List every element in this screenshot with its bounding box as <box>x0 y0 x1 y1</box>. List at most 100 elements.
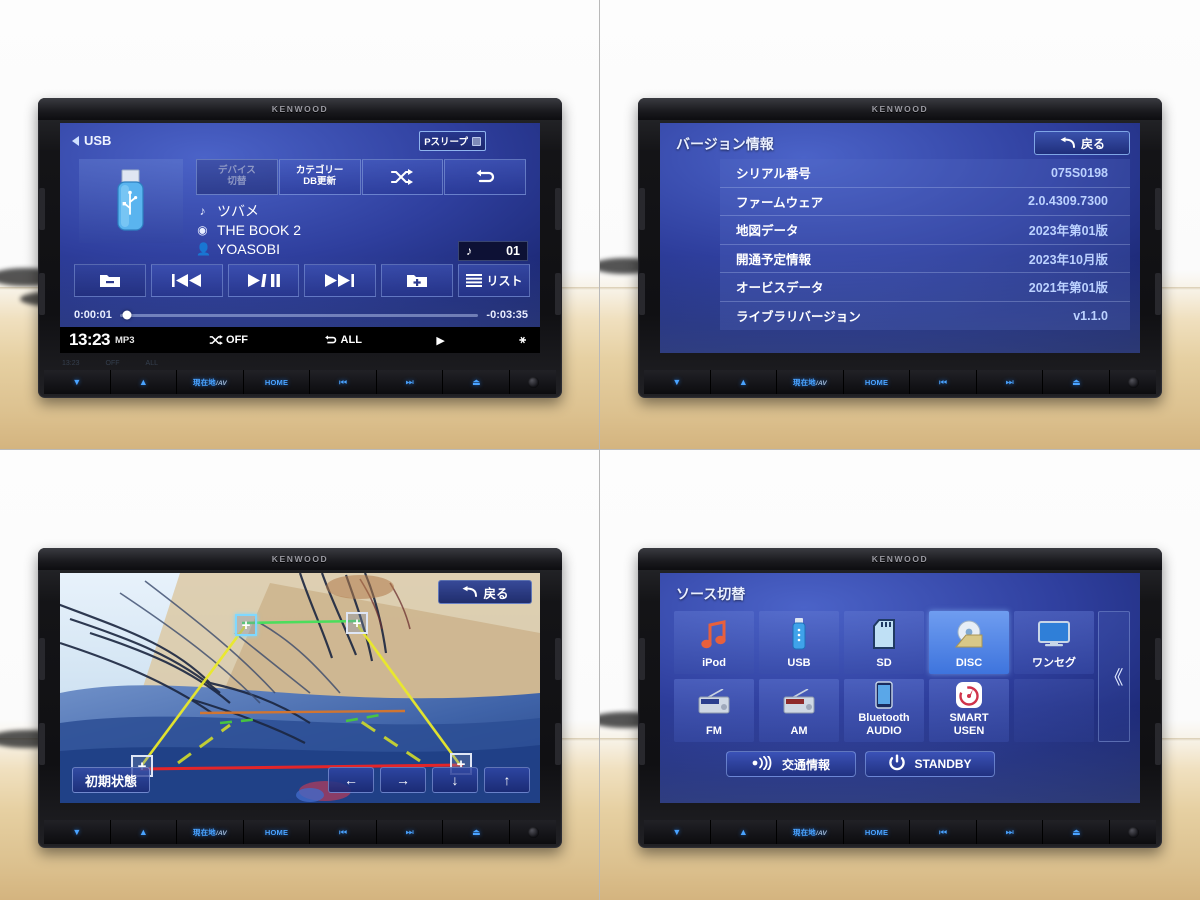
usb-stick-icon <box>789 611 809 656</box>
seek-knob[interactable] <box>122 310 132 320</box>
eject-button[interactable]: ⏏ <box>1043 370 1111 394</box>
current-location-label: 現在地 <box>792 377 817 387</box>
camera-lens <box>510 820 557 844</box>
track-number-badge: ♪ 01 <box>458 241 528 261</box>
disc-icon <box>954 611 984 656</box>
back-button[interactable]: 戻る <box>438 580 532 604</box>
home-button[interactable]: HOME <box>243 820 311 844</box>
volume-up-button[interactable]: ▲ <box>710 820 778 844</box>
source-tile-smart-usen[interactable]: SMART USEN <box>929 679 1009 742</box>
track-next-button[interactable]: ⏭ <box>976 370 1044 394</box>
volume-up-button[interactable]: ▲ <box>110 820 178 844</box>
source-tile-ipod[interactable]: iPod <box>674 611 754 674</box>
guide-marker-top-left[interactable]: + <box>235 614 257 636</box>
shuffle-button[interactable] <box>361 159 444 195</box>
previous-button[interactable] <box>150 264 223 297</box>
play-pause-button[interactable] <box>227 264 300 297</box>
home-label: HOME <box>264 377 289 387</box>
traffic-info-button[interactable]: 交通情報 <box>726 751 856 777</box>
list-button[interactable]: リスト <box>458 264 530 297</box>
side-tab <box>1155 188 1161 230</box>
tile-label: SD <box>876 657 892 670</box>
current-location-av-button[interactable]: 現在地/AV <box>777 370 844 394</box>
current-location-av-button[interactable]: 現在地/AV <box>777 820 844 844</box>
tile-label: ワンセグ <box>1032 657 1076 670</box>
source-tile-am[interactable]: AM <box>759 679 839 742</box>
current-location-av-button[interactable]: 現在地/AV <box>177 820 244 844</box>
arrow-down-icon: ↓ <box>451 772 459 788</box>
park-sleep-button[interactable]: Pスリープ <box>419 131 486 151</box>
eject-button[interactable]: ⏏ <box>443 370 511 394</box>
guide-marker-top-right[interactable]: + <box>346 612 368 634</box>
eject-button[interactable]: ⏏ <box>1043 820 1111 844</box>
move-left-button[interactable]: ← <box>328 767 374 793</box>
hardware-button-strip: ▼ ▲ 現在地/AV HOME ⏮ ⏭ ⏏ <box>44 820 557 844</box>
volume-down-button[interactable]: ▼ <box>644 820 711 844</box>
track-next-button[interactable]: ⏭ <box>376 370 444 394</box>
volume-down-button[interactable]: ▼ <box>644 370 711 394</box>
track-previous-button[interactable]: ⏮ <box>310 370 377 394</box>
track-previous-button[interactable]: ⏮ <box>910 820 977 844</box>
camera-lens <box>510 370 557 394</box>
table-row: ファームウェア 2.0.4309.7300 <box>720 188 1130 216</box>
return-arrow-icon <box>461 586 478 598</box>
usb-top-button-row: デバイス 切替 カテゴリー DB更新 <box>196 159 526 195</box>
repeat-button[interactable] <box>444 159 526 195</box>
source-bottom-buttons: 交通情報 STANDBY <box>726 751 995 777</box>
track-next-button[interactable]: ⏭ <box>976 820 1044 844</box>
move-up-button[interactable]: ↑ <box>484 767 530 793</box>
move-right-button[interactable]: → <box>380 767 426 793</box>
source-tile-usb[interactable]: USB <box>759 611 839 674</box>
side-tab <box>1155 638 1161 680</box>
prev-icon: ⏮ <box>939 826 948 837</box>
source-tile-oneseg[interactable]: ワンセグ <box>1014 611 1094 674</box>
prev-icon <box>171 274 201 287</box>
row-key: ファームウェア <box>736 195 824 210</box>
volume-up-button[interactable]: ▲ <box>110 370 178 394</box>
hardware-button-strip: ▼ ▲ 現在地/AV HOME ⏮ ⏭ ⏏ <box>644 370 1157 394</box>
source-tile-sd[interactable]: SD <box>844 611 924 674</box>
lens-icon <box>1127 826 1139 838</box>
device-switch-button[interactable]: デバイス 切替 <box>196 159 278 195</box>
status-repeat: ALL <box>323 334 362 346</box>
track-previous-button[interactable]: ⏮ <box>910 370 977 394</box>
source-indicator[interactable]: USB <box>72 133 111 148</box>
hardware-button-strip: ▼ ▲ 現在地/AV HOME ⏮ ⏭ ⏏ <box>644 820 1157 844</box>
source-tile-fm[interactable]: FM <box>674 679 754 742</box>
reset-guide-button[interactable]: 初期状態 <box>72 767 150 793</box>
top-bezel: KENWOOD <box>638 548 1162 570</box>
move-down-button[interactable]: ↓ <box>432 767 478 793</box>
source-page-prev-button[interactable]: 《 <box>1098 611 1130 742</box>
tile-label-line1: SMART <box>949 711 989 724</box>
arrow-left-icon: ← <box>344 772 358 788</box>
seek-bar[interactable] <box>119 310 479 320</box>
home-button[interactable]: HOME <box>243 370 311 394</box>
standby-button[interactable]: STANDBY <box>865 751 995 777</box>
home-button[interactable]: HOME <box>843 370 911 394</box>
volume-up-button[interactable]: ▲ <box>710 370 778 394</box>
left-arrow-icon <box>72 135 79 146</box>
checkbox-icon <box>472 136 481 146</box>
current-location-label: 現在地 <box>192 377 217 387</box>
music-note-icon: ♪ <box>466 244 473 258</box>
source-tile-bluetooth-audio[interactable]: Bluetooth AUDIO <box>844 679 924 742</box>
arrow-right-icon: → <box>396 772 410 788</box>
category-db-update-button[interactable]: カテゴリー DB更新 <box>278 159 361 195</box>
table-row: 地図データ 2023年第01版 <box>720 216 1130 245</box>
folder-down-button[interactable] <box>74 264 146 297</box>
volume-down-button[interactable]: ▼ <box>44 820 111 844</box>
source-tile-disc[interactable]: DISC <box>929 611 1009 674</box>
home-button[interactable]: HOME <box>843 820 911 844</box>
next-button[interactable] <box>304 264 377 297</box>
volume-down-button[interactable]: ▼ <box>44 370 111 394</box>
folder-up-button[interactable] <box>381 264 454 297</box>
back-button[interactable]: 戻る <box>1034 131 1130 155</box>
seek-bar-row[interactable]: 0:00:01 -0:03:35 <box>74 305 528 325</box>
eject-button[interactable]: ⏏ <box>443 820 511 844</box>
camera-lens <box>1110 820 1157 844</box>
current-location-av-button[interactable]: 現在地/AV <box>177 370 244 394</box>
shuffle-icon <box>209 335 223 345</box>
elapsed-time: 0:00:01 <box>74 309 112 321</box>
track-previous-button[interactable]: ⏮ <box>310 820 377 844</box>
track-next-button[interactable]: ⏭ <box>376 820 444 844</box>
